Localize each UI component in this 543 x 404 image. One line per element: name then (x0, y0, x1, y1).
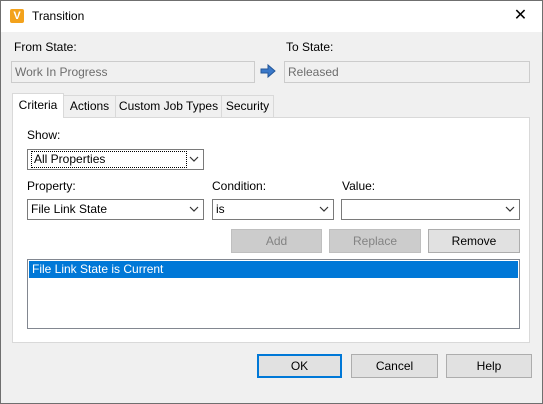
criteria-list[interactable]: File Link State is Current (27, 259, 520, 329)
condition-dropdown[interactable]: is (212, 199, 334, 220)
title-bar: V Transition ✕ (1, 1, 542, 32)
value-label: Value: (342, 179, 376, 193)
chevron-down-icon (505, 200, 515, 226)
arrow-right-icon (260, 63, 276, 79)
close-button[interactable]: ✕ (499, 1, 542, 32)
window-title: Transition (32, 9, 85, 23)
from-state-label: From State: (14, 40, 77, 54)
property-dropdown[interactable]: File Link State (27, 199, 204, 220)
ok-button[interactable]: OK (257, 354, 342, 378)
tab-criteria[interactable]: Criteria (12, 93, 64, 118)
from-state-field: Work In Progress (11, 61, 255, 83)
help-button[interactable]: Help (446, 354, 532, 378)
chevron-down-icon (319, 200, 329, 226)
condition-label: Condition: (212, 179, 267, 193)
replace-button[interactable]: Replace (329, 229, 421, 253)
to-state-label: To State: (286, 40, 334, 54)
property-label: Property: (27, 179, 76, 193)
tab-custom-job-types[interactable]: Custom Job Types (115, 95, 222, 117)
transition-dialog: V Transition ✕ From State: Work In Progr… (0, 0, 543, 404)
tab-security[interactable]: Security (221, 95, 274, 117)
remove-button[interactable]: Remove (428, 229, 520, 253)
show-dropdown-value: All Properties (31, 151, 187, 168)
add-button[interactable]: Add (231, 229, 322, 253)
chevron-down-icon (189, 150, 199, 176)
show-dropdown[interactable]: All Properties (27, 149, 204, 170)
cancel-button[interactable]: Cancel (351, 354, 438, 378)
show-label: Show: (27, 128, 61, 142)
chevron-down-icon (189, 200, 199, 226)
value-dropdown[interactable] (341, 199, 520, 220)
app-icon: V (10, 9, 24, 23)
list-item[interactable]: File Link State is Current (29, 261, 518, 278)
tab-actions[interactable]: Actions (63, 95, 116, 117)
to-state-field: Released (284, 61, 530, 83)
condition-dropdown-value: is (216, 202, 225, 216)
property-dropdown-value: File Link State (31, 202, 108, 216)
